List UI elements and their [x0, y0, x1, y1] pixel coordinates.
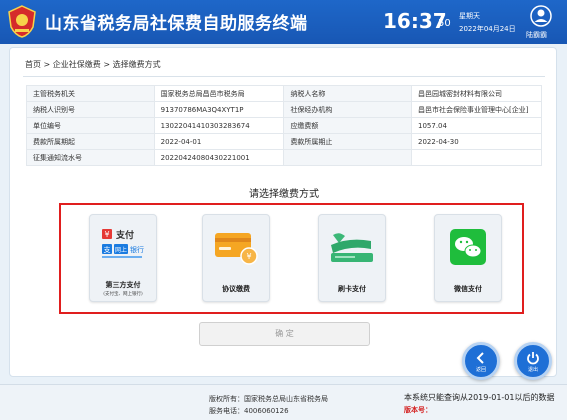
exit-label: 退出 — [527, 367, 538, 373]
field-label: 单位编号 — [26, 117, 155, 134]
app-title: 山东省税务局社保费自助服务终端 — [45, 14, 308, 34]
back-button[interactable]: 返回 — [462, 342, 500, 380]
copyright-text: 版权所有：国家税务总局山东省税务局 — [209, 395, 328, 403]
choose-method-title: 请选择缴费方式 — [249, 189, 319, 200]
card-swipe-icon — [331, 233, 373, 262]
back-arrow-icon — [476, 352, 484, 364]
field-value: 昌邑园城密封材料有限公司 — [411, 85, 542, 102]
clock-seconds: 50 — [438, 18, 451, 29]
header-bar: 山东省税务局社保费自助服务终端 16:37 50 星期天 2022年04月24日… — [0, 0, 567, 44]
field-label: 征集通知流水号 — [26, 149, 155, 166]
hotline-text: 服务电话：4006060126 — [209, 407, 289, 415]
footer: 版权所有：国家税务总局山东省税务局 服务电话：4006060126 本系统只能查… — [0, 384, 567, 420]
table-row: 纳税人识别号 91370786MA3Q4XYT1P 社保经办机构 昌邑市社会保险… — [26, 101, 542, 118]
breadcrumb-divider — [23, 76, 545, 77]
field-value: 2022-04-30 — [411, 133, 542, 150]
main-panel: 首页 > 企业社保缴费 > 选择缴费方式 主管税务机关 国家税务总局昌邑市税务局… — [9, 47, 557, 377]
version-label: 版本号： — [404, 406, 432, 414]
table-row: 主管税务机关 国家税务总局昌邑市税务局 纳税人名称 昌邑园城密封材料有限公司 — [26, 85, 542, 102]
user-label: 陆霸霸 — [526, 31, 547, 39]
netbank-glyph: 网上 — [115, 246, 127, 254]
alipay-glyph: 支 — [104, 245, 111, 254]
payment-method-group: ¥ 支付 支 网上 银行 第三方支付 (支付宝、网上银行) ¥ 协议缴费 刷卡支… — [59, 203, 524, 314]
option-label: 协议缴费 — [222, 285, 250, 293]
field-value: 昌邑市社会保险事业管理中心[企业] — [411, 101, 542, 118]
power-icon — [527, 352, 539, 365]
third-party-pay-button[interactable]: ¥ 支付 支 网上 银行 第三方支付 (支付宝、网上银行) — [89, 214, 157, 302]
wechat-icon — [450, 229, 486, 265]
payment-info-table: 主管税务机关 国家税务总局昌邑市税务局 纳税人名称 昌邑园城密封材料有限公司 纳… — [26, 85, 542, 166]
third-party-pay-icon: ¥ 支付 支 网上 银行 — [102, 229, 144, 258]
field-label: 纳税人名称 — [283, 85, 413, 102]
field-value: 2022-04-01 — [153, 133, 285, 150]
field-value — [411, 149, 542, 166]
yen-glyph: ¥ — [104, 230, 109, 239]
user-icon[interactable] — [530, 5, 552, 27]
table-row: 费款所属期起 2022-04-01 费款所属期止 2022-04-30 — [26, 133, 542, 150]
pay-text: 支付 — [115, 229, 134, 241]
agreement-pay-button[interactable]: ¥ 协议缴费 — [202, 214, 270, 302]
option-label: 刷卡支付 — [338, 285, 366, 293]
field-value: 20220424080430221001 — [153, 149, 285, 166]
wechat-pay-button[interactable]: 微信支付 — [434, 214, 502, 302]
table-row: 单位编号 13022041410303283674 应缴费额 1057.04 — [26, 117, 542, 134]
field-label: 纳税人识别号 — [26, 101, 155, 118]
field-value: 13022041410303283674 — [153, 117, 285, 134]
table-row: 征集通知流水号 20220424080430221001 — [26, 149, 542, 166]
field-label — [283, 149, 413, 166]
option-sublabel: (支付宝、网上银行) — [103, 292, 143, 297]
yen-glyph: ¥ — [246, 252, 251, 261]
field-label: 费款所属期起 — [26, 133, 155, 150]
netbank-text: 银行 — [130, 245, 144, 254]
field-label: 应缴费额 — [283, 117, 413, 134]
field-label: 主管税务机关 — [26, 85, 155, 102]
confirm-button[interactable]: 确 定 — [199, 322, 370, 346]
field-value: 1057.04 — [411, 117, 542, 134]
data-notice: 本系统只能查询从2019-01-01以后的数据 — [404, 393, 555, 402]
option-label: 微信支付 — [454, 285, 482, 293]
agreement-card-icon: ¥ — [215, 233, 258, 265]
card-swipe-button[interactable]: 刷卡支付 — [318, 214, 386, 302]
tax-emblem-icon — [8, 5, 36, 38]
option-label: 第三方支付 — [105, 281, 141, 289]
field-label: 社保经办机构 — [283, 101, 413, 118]
field-label: 费款所属期止 — [283, 133, 413, 150]
breadcrumb: 首页 > 企业社保缴费 > 选择缴费方式 — [25, 60, 161, 69]
field-value: 91370786MA3Q4XYT1P — [153, 101, 285, 118]
exit-button[interactable]: 退出 — [514, 342, 552, 380]
weekday: 星期天 — [459, 12, 480, 20]
field-value: 国家税务总局昌邑市税务局 — [153, 85, 285, 102]
back-label: 返回 — [475, 367, 486, 373]
date: 2022年04月24日 — [459, 25, 516, 33]
